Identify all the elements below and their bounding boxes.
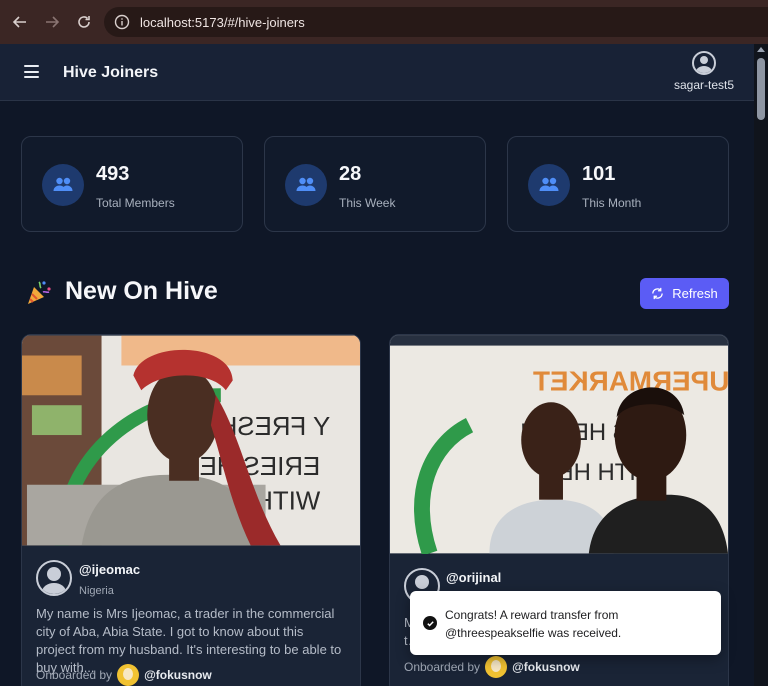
scroll-thumb[interactable] xyxy=(757,58,765,120)
stat-card-this-month: 101 This Month xyxy=(507,136,729,232)
refresh-button[interactable]: Refresh xyxy=(640,278,729,309)
reload-button[interactable] xyxy=(68,6,100,38)
address-bar[interactable]: localhost:5173/#/hive-joiners xyxy=(104,7,768,37)
onboarded-label: Onboarded by xyxy=(404,660,481,674)
browser-toolbar: localhost:5173/#/hive-joiners xyxy=(0,0,768,44)
svg-text:SUPERMARKET: SUPERMARKET xyxy=(533,365,728,396)
arrow-right-icon xyxy=(46,16,60,28)
users-icon xyxy=(528,164,570,206)
onboarder-handle[interactable]: @fokusnow xyxy=(512,660,580,674)
stat-value: 493 xyxy=(96,163,130,185)
member-photo: SUPERMARKET RIES HERE!!! WITH HBD xyxy=(390,335,728,554)
onboarded-by: Onboarded by @fokusnow xyxy=(36,664,212,686)
member-avatar-icon xyxy=(36,560,72,596)
info-icon[interactable] xyxy=(114,14,130,30)
member-photo: Y FRESH ERIES HE WITH H xyxy=(22,335,360,546)
page-title: Hive Joiners xyxy=(63,64,159,81)
onboarder-avatar xyxy=(117,664,140,686)
app-header: Hive Joiners sagar-test5 xyxy=(0,44,754,101)
reload-icon xyxy=(78,16,90,28)
stat-label: This Month xyxy=(582,196,642,210)
onboarder-handle[interactable]: @fokusnow xyxy=(144,668,212,682)
member-handle[interactable]: @ijeomac xyxy=(79,562,140,577)
party-popper-icon xyxy=(28,281,51,304)
user-menu[interactable]: sagar-test5 xyxy=(672,51,736,92)
onboarded-label: Onboarded by xyxy=(36,668,113,682)
member-country: Nigeria xyxy=(79,585,114,597)
stat-value: 28 xyxy=(339,163,362,185)
scrollbar[interactable] xyxy=(754,44,768,686)
hamburger-icon[interactable] xyxy=(24,65,39,78)
section-title: New On Hive xyxy=(65,277,218,305)
stat-label: Total Members xyxy=(96,196,175,210)
users-icon xyxy=(42,164,84,206)
member-handle[interactable]: @orijinal xyxy=(446,570,501,585)
forward-button[interactable] xyxy=(36,6,68,38)
back-button[interactable] xyxy=(4,6,36,38)
notification-toast[interactable]: Congrats! A reward transfer from @threes… xyxy=(410,591,721,655)
scroll-up-arrow-icon[interactable] xyxy=(757,47,765,52)
onboarded-by: Onboarded by @fokusnow xyxy=(404,656,580,678)
check-circle-icon xyxy=(423,616,437,630)
arrow-left-icon xyxy=(12,16,26,28)
url-text: localhost:5173/#/hive-joiners xyxy=(140,14,305,30)
stat-value: 101 xyxy=(582,163,616,185)
users-icon xyxy=(285,164,327,206)
stat-card-total-members: 493 Total Members xyxy=(21,136,243,232)
refresh-icon xyxy=(652,287,664,300)
joiner-card[interactable]: Y FRESH ERIES HE WITH H @ijeomac Nigeria… xyxy=(21,334,361,686)
user-circle-icon[interactable] xyxy=(692,51,716,75)
username: sagar-test5 xyxy=(673,78,735,92)
stat-card-this-week: 28 This Week xyxy=(264,136,486,232)
stat-label: This Week xyxy=(339,196,396,210)
toast-message: Congrats! A reward transfer from @threes… xyxy=(445,608,622,640)
refresh-label: Refresh xyxy=(672,286,718,301)
svg-text:ERIES HE: ERIES HE xyxy=(200,453,321,481)
onboarder-avatar xyxy=(485,656,508,678)
